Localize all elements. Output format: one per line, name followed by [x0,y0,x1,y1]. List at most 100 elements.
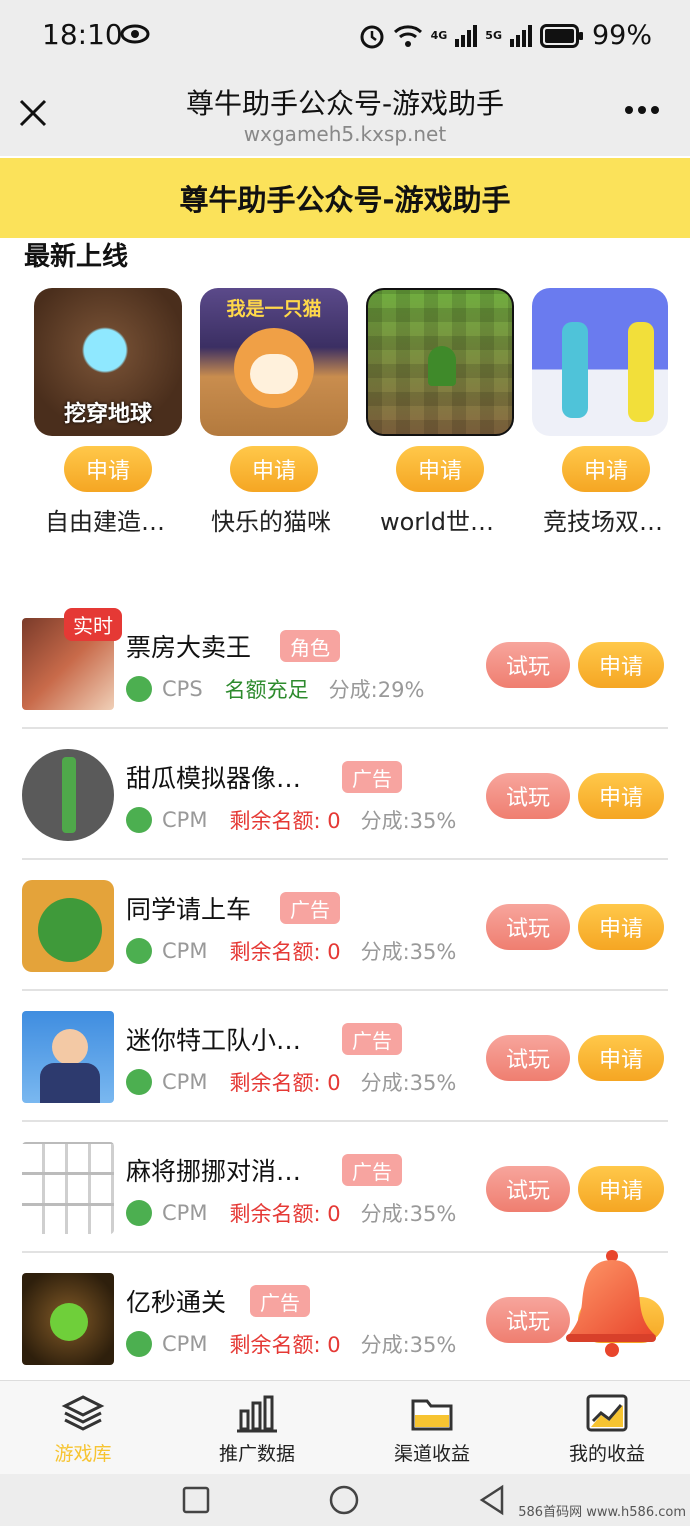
game-name: 票房大卖王 [126,633,252,662]
game-name: 快乐的猫咪 [211,508,331,536]
network-label-4g: 4G [430,29,448,42]
try-button[interactable]: 试玩 [486,1166,570,1212]
wifi-icon [393,24,422,47]
network-label-5g: 5G [485,29,502,42]
link-icon [126,676,152,702]
game-thumbnail[interactable] [366,288,514,436]
category-tag: 广告 [342,1154,402,1186]
system-navigation-bar: 586首码网 www.h586.com [0,1474,690,1526]
list-item[interactable]: 迷你特工队小… 广告 CPM 剩余名额: 0 分成:35% 试玩 申请 [0,991,690,1122]
quota-status: 剩余名额: 0 [229,1071,341,1095]
tab-label: 推广数据 [218,1443,295,1465]
tab-promotion-data[interactable]: 推广数据 [192,1393,322,1466]
game-meta: CPM 剩余名额: 0 分成:35% [126,805,456,835]
apply-button[interactable]: 申请 [578,773,664,819]
home-icon[interactable] [328,1484,360,1516]
try-button[interactable]: 试玩 [486,1035,570,1081]
game-thumbnail[interactable]: 我是一只猫 [200,288,348,436]
status-time: 18:10 [42,18,123,51]
category-tag: 广告 [280,892,340,924]
signal-icon [509,24,532,47]
tab-game-library[interactable]: 游戏库 [18,1393,148,1466]
quota-status: 剩余名额: 0 [229,1333,341,1357]
list-item[interactable]: 同学请上车 广告 CPM 剩余名额: 0 分成:35% 试玩 申请 [0,860,690,991]
tab-my-earnings[interactable]: 我的收益 [542,1393,672,1466]
battery-percent: 99% [591,20,652,51]
cat-face [250,354,298,394]
folder-icon [411,1399,453,1431]
game-name: 甜瓜模拟器像… [126,764,302,793]
revenue-share: 分成:35% [360,1333,457,1357]
game-thumbnail[interactable]: 挖穿地球 [34,288,182,436]
watermelon-illustration [38,898,102,962]
apply-button[interactable]: 申请 [64,446,152,492]
apply-button[interactable]: 申请 [562,446,650,492]
layers-icon [61,1395,105,1431]
apply-button[interactable]: 申请 [578,1035,664,1081]
header-banner: 尊牛助手公众号-游戏助手 [0,158,690,238]
bar-chart-icon [237,1395,277,1433]
list-item[interactable]: 甜瓜模拟器像… 广告 CPM 剩余名额: 0 分成:35% 试玩 申请 [0,729,690,860]
game-icon [22,1142,114,1234]
quota-status: 剩余名额: 0 [229,1202,341,1226]
game-name: 自由建造… [45,508,165,536]
revenue-share: 分成:35% [360,1202,457,1226]
sprout-illustration [428,346,456,386]
list-item[interactable]: 实时 票房大卖王 角色 CPS 名额充足 分成:29% 试玩 申请 [0,598,690,729]
link-icon [126,1331,152,1357]
apply-button[interactable]: 申请 [578,642,664,688]
apply-button[interactable]: 申请 [230,446,318,492]
eye-icon [120,24,150,44]
category-tag: 广告 [342,1023,402,1055]
game-meta: CPM 剩余名额: 0 分成:35% [126,1067,456,1097]
try-button[interactable]: 试玩 [486,773,570,819]
try-button[interactable]: 试玩 [486,642,570,688]
more-options-icon[interactable] [624,104,660,116]
apply-button[interactable]: 申请 [578,1166,664,1212]
try-button[interactable]: 试玩 [486,1297,570,1343]
apply-button[interactable]: 申请 [578,904,664,950]
watermark: 586首码网 www.h586.com [518,1505,686,1520]
game-name: world世… [379,508,495,536]
game-thumbnail[interactable] [532,288,668,436]
tab-channel-earnings[interactable]: 渠道收益 [367,1393,497,1466]
signal-icon [455,24,478,47]
pricing-type: CPS [162,677,203,701]
pricing-type: CPM [162,1201,208,1225]
figure-yellow [628,322,654,422]
thumbnail-caption: 我是一只猫 [226,298,322,320]
quota-status: 剩余名额: 0 [229,809,341,833]
game-name: 麻将挪挪对消… [126,1157,302,1186]
link-icon [126,1200,152,1226]
green-monster [50,1303,88,1341]
game-icon [22,749,114,841]
tab-label: 我的收益 [568,1443,645,1465]
agent-head [52,1029,88,1065]
list-item[interactable]: 麻将挪挪对消… 广告 CPM 剩余名额: 0 分成:35% 试玩 申请 [0,1122,690,1253]
trend-chart-icon [586,1394,628,1432]
game-name: 同学请上车 [126,895,252,924]
bell-icon[interactable] [562,1248,660,1358]
category-tag: 角色 [280,630,340,662]
bottom-tab-bar: 游戏库 推广数据 渠道收益 我的收益 [0,1380,690,1474]
apply-button[interactable]: 申请 [396,446,484,492]
try-button[interactable]: 试玩 [486,904,570,950]
page-title: 尊牛助手公众号-游戏助手 [185,87,505,120]
game-icon [22,1011,114,1103]
game-icon [22,880,114,972]
link-icon [126,938,152,964]
recent-apps-icon[interactable] [182,1486,210,1514]
game-meta: CPM 剩余名额: 0 分成:35% [126,1329,456,1359]
pricing-type: CPM [162,1332,208,1356]
battery-icon [539,23,583,48]
newest-games-row: 挖穿地球 申请 自由建造… 我是一只猫 申请 快乐的猫咪 申请 world世… … [0,288,690,538]
status-bar: 18:10 4G 5G 99% [0,0,690,76]
revenue-share: 分成:35% [360,809,457,833]
quota-status: 名额充足 [224,678,309,702]
mini-program-title-bar: 尊牛助手公众号-游戏助手 wxgameh5.kxsp.net [0,76,690,156]
section-title-newest: 最新上线 [24,242,129,272]
revenue-share: 分成:35% [360,940,457,964]
back-icon[interactable] [478,1484,506,1516]
link-icon [126,1069,152,1095]
mahjong-tiles [22,1142,114,1234]
